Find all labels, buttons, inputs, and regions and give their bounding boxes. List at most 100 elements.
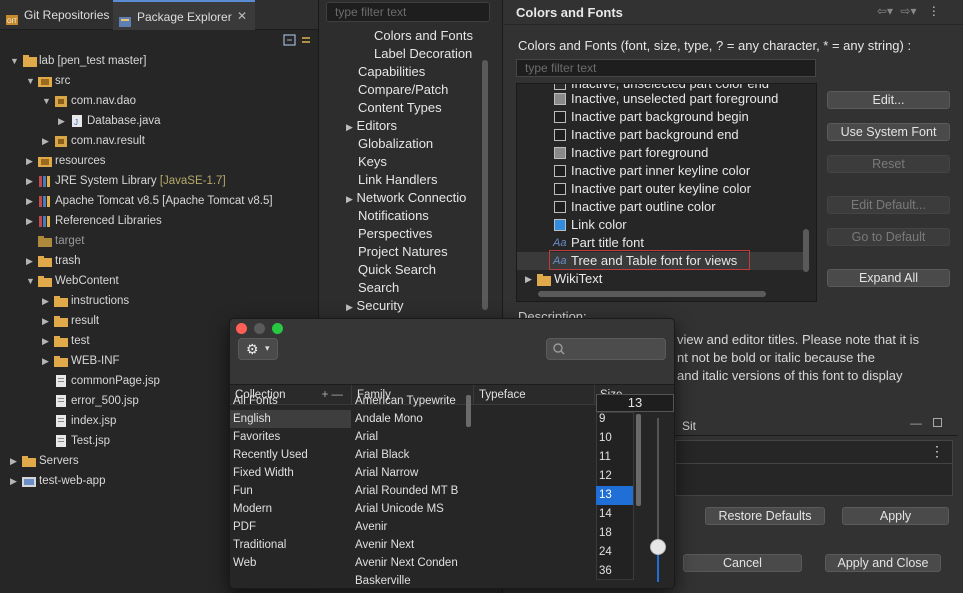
tree-row[interactable]: Inactive part inner keyline color <box>517 162 807 180</box>
tree-row[interactable]: Inactive part background begin <box>517 108 807 126</box>
tree-row[interactable]: Link color <box>517 216 807 234</box>
actions-menu-button[interactable]: ⚙ ▾ <box>238 338 278 360</box>
pref-item-quick-search[interactable]: Quick Search <box>358 261 436 279</box>
tree-row[interactable]: Inactive part outline color <box>517 198 807 216</box>
size-item[interactable]: 14 <box>596 505 633 524</box>
colors-fonts-filter-input[interactable]: type filter text <box>516 59 816 77</box>
family-item[interactable]: Arial Unicode MS <box>353 500 463 518</box>
expanded-icon[interactable]: ▼ <box>10 51 20 71</box>
collapsed-icon[interactable]: ▶ <box>42 311 52 331</box>
edit-button[interactable]: Edit... <box>827 91 950 109</box>
tab-package-explorer[interactable]: Package Explorer ✕ <box>113 0 255 30</box>
tree-item-com-nav-dao[interactable]: ▼ com.nav.dao <box>0 91 318 111</box>
collapsed-icon[interactable]: ▶ <box>346 302 353 312</box>
family-item[interactable]: Arial Black <box>353 446 463 464</box>
back-arrow-icon[interactable]: ⇦▾ <box>877 4 893 18</box>
tree-item-com-nav-result[interactable]: ▶ com.nav.result <box>0 131 318 151</box>
tab-git-repositories[interactable]: GIT Git Repositories <box>0 0 112 30</box>
collapsed-icon[interactable]: ▶ <box>26 171 36 191</box>
tree-row[interactable]: Inactive part foreground <box>517 144 807 162</box>
size-item[interactable]: 10 <box>596 429 633 448</box>
tree-row[interactable]: Inactive part background end <box>517 126 807 144</box>
pref-item-notifications[interactable]: Notifications <box>358 207 429 225</box>
size-item[interactable]: 24 <box>596 543 633 562</box>
pref-item-compare-patch[interactable]: Compare/Patch <box>358 81 448 99</box>
more-options-icon[interactable]: ⋮ <box>928 4 940 18</box>
tree-row[interactable]: ▶ WikiText <box>517 270 807 288</box>
collapsed-icon[interactable]: ▶ <box>42 131 52 151</box>
family-item[interactable]: Arial Narrow <box>353 464 463 482</box>
collapsed-icon[interactable]: ▶ <box>42 331 52 351</box>
size-slider[interactable] <box>650 418 666 582</box>
pref-item-search[interactable]: Search <box>358 279 399 297</box>
collapse-all-icon[interactable] <box>283 34 296 46</box>
collection-item[interactable]: Recently Used <box>230 446 351 464</box>
close-icon[interactable]: ✕ <box>237 10 249 22</box>
expanded-icon[interactable]: ▼ <box>42 91 52 111</box>
collapsed-icon[interactable]: ▶ <box>10 451 20 471</box>
collapsed-icon[interactable]: ▶ <box>42 291 52 311</box>
family-item[interactable]: Arial <box>353 428 463 446</box>
collapsed-icon[interactable]: ▶ <box>26 191 36 211</box>
family-item[interactable]: Baskerville <box>353 572 463 588</box>
pref-item-label-decoration[interactable]: Label Decoration <box>374 45 472 63</box>
tree-row[interactable]: Inactive part outer keyline color <box>517 180 807 198</box>
tree-row[interactable]: Inactive, unselected part foreground <box>517 90 807 108</box>
close-window-button[interactable] <box>236 323 247 334</box>
font-search-input[interactable] <box>546 338 666 360</box>
pref-item-globalization[interactable]: Globalization <box>358 135 433 153</box>
pref-item-colors-and-fonts[interactable]: Colors and Fonts <box>374 27 473 45</box>
family-item[interactable]: Avenir <box>353 518 463 536</box>
tree-item-jre-system-library[interactable]: ▶ JRE System Library [JavaSE-1.7] <box>0 171 318 191</box>
tree-vertical-scrollbar[interactable] <box>803 229 809 272</box>
family-item[interactable]: Avenir Next <box>353 536 463 554</box>
tree-item-referenced-libraries[interactable]: ▶ Referenced Libraries <box>0 211 318 231</box>
collection-item[interactable]: Web <box>230 554 351 572</box>
preferences-nav-scrollbar[interactable] <box>482 60 488 310</box>
tree-item-target[interactable]: target <box>0 231 318 251</box>
tree-item-resources[interactable]: ▶ resources <box>0 151 318 171</box>
collapsed-icon[interactable]: ▶ <box>26 251 36 271</box>
reset-button[interactable]: Reset <box>827 155 950 173</box>
pref-item-capabilities[interactable]: Capabilities <box>358 63 425 81</box>
collapsed-icon[interactable]: ▶ <box>10 471 20 491</box>
expanded-icon[interactable]: ▼ <box>26 71 36 91</box>
pref-item-project-natures[interactable]: Project Natures <box>358 243 448 261</box>
apply-button[interactable]: Apply <box>842 507 949 525</box>
collapsed-icon[interactable]: ▶ <box>346 194 353 204</box>
size-item-selected[interactable]: 13 <box>596 486 633 505</box>
collapsed-icon[interactable]: ▶ <box>42 351 52 371</box>
collection-item-selected[interactable]: English <box>230 410 351 428</box>
collection-item[interactable]: Favorites <box>230 428 351 446</box>
maximize-icon[interactable] <box>933 418 942 427</box>
collapsed-icon[interactable]: ▶ <box>26 211 36 231</box>
tree-item-webcontent[interactable]: ▼ WebContent <box>0 271 318 291</box>
collapsed-icon[interactable]: ▶ <box>346 122 353 132</box>
pref-item-editors[interactable]: ▶ Editors <box>346 117 397 135</box>
minimize-icon[interactable]: — <box>910 416 922 430</box>
size-item[interactable]: 9 <box>596 410 633 429</box>
edit-default-button[interactable]: Edit Default... <box>827 196 950 214</box>
size-item[interactable]: 12 <box>596 467 633 486</box>
size-scrollbar[interactable] <box>636 414 641 506</box>
family-item[interactable]: Andale Mono <box>353 410 463 428</box>
expand-all-button[interactable]: Expand All <box>827 269 950 287</box>
pref-item-link-handlers[interactable]: Link Handlers <box>358 171 438 189</box>
tree-item-src[interactable]: ▼ src <box>0 71 318 91</box>
use-system-font-button[interactable]: Use System Font <box>827 123 950 141</box>
collection-item[interactable]: All Fonts <box>230 392 351 410</box>
collection-item[interactable]: Traditional <box>230 536 351 554</box>
collapsed-icon[interactable]: ▶ <box>525 270 532 288</box>
family-item[interactable]: Arial Rounded MT B <box>353 482 463 500</box>
pref-item-security[interactable]: ▶ Security <box>346 297 404 315</box>
slider-knob[interactable] <box>650 539 666 555</box>
tree-item-instructions[interactable]: ▶ instructions <box>0 291 318 311</box>
apply-and-close-button[interactable]: Apply and Close <box>825 554 941 572</box>
collection-item[interactable]: Fun <box>230 482 351 500</box>
expanded-icon[interactable]: ▼ <box>26 271 36 291</box>
collapsed-icon[interactable]: ▶ <box>26 151 36 171</box>
forward-arrow-icon[interactable]: ⇨▾ <box>900 4 916 18</box>
preferences-filter-input[interactable]: type filter text <box>326 2 490 22</box>
collection-item[interactable]: Fixed Width <box>230 464 351 482</box>
more-options-icon[interactable]: ⋮ <box>930 443 944 460</box>
